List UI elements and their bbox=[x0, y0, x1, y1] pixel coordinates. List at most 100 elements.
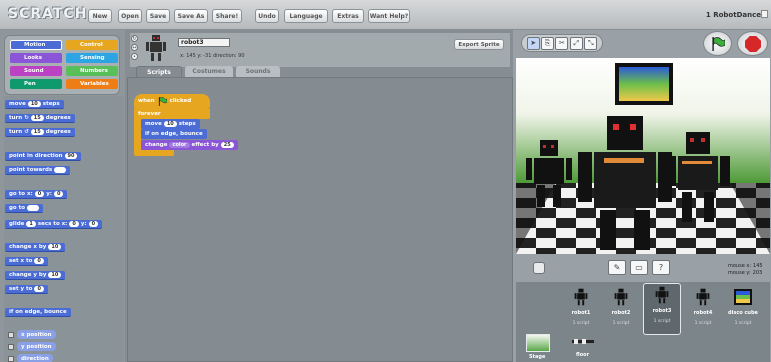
menu-undo-button[interactable]: Undo bbox=[255, 9, 279, 23]
change-y-block[interactable]: change y by 10 bbox=[5, 271, 66, 280]
category-selector: Motion Control Looks Sensing Sound Numbe… bbox=[4, 35, 120, 95]
set-y-block[interactable]: set y to 0 bbox=[5, 285, 48, 294]
tab-scripts[interactable]: Scripts bbox=[136, 66, 182, 77]
x-position-reporter[interactable]: x position bbox=[17, 330, 56, 339]
choose-sprite-folder-icon[interactable]: ▭ bbox=[630, 260, 648, 275]
menu-new-button[interactable]: New bbox=[88, 9, 112, 23]
block-text: turn bbox=[9, 115, 23, 121]
script-change-effect-block[interactable]: change color effect by 25 bbox=[141, 140, 238, 150]
menu-language-button[interactable]: Language bbox=[284, 9, 328, 23]
x-position-reporter-row: x position bbox=[8, 330, 56, 339]
fullscreen-icon[interactable] bbox=[761, 10, 768, 18]
move-steps-block[interactable]: move 10 steps bbox=[5, 100, 64, 109]
tab-sounds[interactable]: Sounds bbox=[236, 66, 280, 77]
direction-reporter[interactable]: direction bbox=[17, 354, 53, 362]
floor-sprite-icon[interactable] bbox=[572, 338, 594, 346]
stage-thumbnail[interactable] bbox=[526, 334, 550, 352]
sprite-coordinates: x: 145 y: -31 direction: 90 bbox=[180, 53, 245, 59]
menu-extras-button[interactable]: Extras bbox=[332, 9, 364, 23]
glide-block[interactable]: glide 1 secs to x: 0 y: 0 bbox=[5, 220, 103, 229]
direction-reporter-row: direction bbox=[8, 354, 53, 362]
turn-right-block[interactable]: turn ↻ 15 degrees bbox=[5, 114, 75, 123]
show-checkbox[interactable] bbox=[8, 355, 14, 362]
tab-costumes[interactable]: Costumes bbox=[185, 66, 233, 77]
duplicate-icon[interactable]: ⎘ bbox=[541, 36, 555, 50]
presentation-mode-icon[interactable] bbox=[533, 262, 545, 274]
turn-left-block[interactable]: turn ↺ 15 degrees bbox=[5, 128, 75, 137]
number-slot[interactable]: 15 bbox=[30, 115, 44, 121]
set-x-block[interactable]: set x to 0 bbox=[5, 257, 48, 266]
sprite-name-field[interactable]: robot3 bbox=[178, 38, 230, 47]
stage[interactable] bbox=[516, 58, 770, 254]
export-sprite-button[interactable]: Export Sprite bbox=[454, 39, 504, 50]
script-move-block[interactable]: move 10 steps bbox=[141, 119, 200, 129]
scratch-logo[interactable]: SCRATCH bbox=[8, 6, 87, 22]
category-control[interactable]: Control bbox=[66, 40, 118, 50]
sprite-item-disco-cube[interactable]: disco cube 1 script bbox=[724, 286, 762, 336]
sprite-item-robot1[interactable]: robot1 1 script bbox=[562, 286, 600, 336]
number-slot[interactable]: 10 bbox=[48, 244, 62, 250]
green-flag-button[interactable] bbox=[703, 31, 732, 56]
block-text: move bbox=[145, 121, 162, 127]
grow-icon[interactable]: ⤢ bbox=[569, 36, 583, 50]
number-slot[interactable]: 0 bbox=[88, 221, 99, 227]
robot-icon bbox=[566, 286, 596, 308]
no-rotate-icon[interactable]: • bbox=[131, 53, 138, 60]
sprite-name: robot3 bbox=[652, 308, 672, 314]
delete-scissors-icon[interactable]: ✂ bbox=[555, 36, 569, 50]
shrink-icon[interactable]: ⤡ bbox=[584, 36, 598, 50]
number-slot[interactable]: 10 bbox=[163, 121, 177, 127]
goto-block[interactable]: go to bbox=[5, 204, 44, 213]
script-bounce-block[interactable]: if on edge, bounce bbox=[141, 129, 207, 139]
category-motion[interactable]: Motion bbox=[10, 40, 62, 50]
number-slot[interactable]: 0 bbox=[69, 221, 79, 227]
sprite-item-robot2[interactable]: robot2 1 script bbox=[602, 286, 640, 336]
category-numbers[interactable]: Numbers bbox=[66, 66, 118, 76]
number-slot[interactable]: 25 bbox=[220, 142, 234, 148]
number-slot[interactable]: 0 bbox=[53, 191, 64, 197]
menu-open-button[interactable]: Open bbox=[118, 9, 142, 23]
category-pen[interactable]: Pen bbox=[10, 79, 62, 89]
menu-share-button[interactable]: Share! bbox=[212, 9, 242, 23]
category-looks[interactable]: Looks bbox=[10, 53, 62, 63]
number-slot[interactable]: 1 bbox=[26, 221, 36, 227]
y-position-reporter[interactable]: y position bbox=[17, 342, 56, 351]
point-direction-block[interactable]: point in direction 90 bbox=[5, 152, 82, 161]
left-right-flip-icon[interactable]: ↔ bbox=[131, 44, 138, 51]
number-slot[interactable]: 0 bbox=[34, 258, 44, 264]
number-slot[interactable]: 10 bbox=[27, 101, 41, 107]
menu-help-button[interactable]: Want Help? bbox=[368, 9, 410, 23]
stop-button[interactable] bbox=[737, 31, 768, 56]
number-slot[interactable]: 0 bbox=[34, 191, 45, 197]
sprite-item-robot3[interactable]: robot3 1 script bbox=[643, 283, 681, 335]
random-sprite-icon[interactable]: ? bbox=[652, 260, 670, 275]
show-checkbox[interactable] bbox=[8, 343, 14, 350]
pointer-icon[interactable]: ➤ bbox=[526, 36, 540, 50]
category-sensing[interactable]: Sensing bbox=[66, 53, 118, 63]
sprite-item-robot4[interactable]: robot4 1 script bbox=[684, 286, 722, 336]
rotate-all-around-icon[interactable]: ↻ bbox=[131, 35, 138, 42]
goto-xy-block[interactable]: go to x: 0 y: 0 bbox=[5, 190, 68, 199]
sprite-script-count: 1 script bbox=[653, 319, 671, 324]
bounce-block[interactable]: if on edge, bounce bbox=[5, 308, 71, 317]
forever-block[interactable]: forever bbox=[134, 108, 210, 119]
category-sound[interactable]: Sound bbox=[10, 66, 62, 76]
paint-new-sprite-icon[interactable]: ✎ bbox=[608, 260, 626, 275]
show-checkbox[interactable] bbox=[8, 331, 14, 338]
change-x-block[interactable]: change x by 10 bbox=[5, 243, 66, 252]
floor-label: floor bbox=[576, 352, 590, 358]
y-position-reporter-row: y position bbox=[8, 342, 56, 351]
menu-save-as-button[interactable]: Save As bbox=[174, 9, 208, 23]
number-slot[interactable]: 15 bbox=[30, 129, 44, 135]
direction-dropdown[interactable]: 90 bbox=[64, 153, 78, 159]
number-slot[interactable]: 0 bbox=[34, 286, 44, 292]
forever-block-footer bbox=[134, 150, 174, 156]
menu-save-button[interactable]: Save bbox=[146, 9, 170, 23]
when-flag-clicked-hat[interactable]: when clicked bbox=[134, 94, 210, 108]
effect-dropdown[interactable]: color bbox=[169, 142, 190, 148]
number-slot[interactable]: 10 bbox=[48, 272, 62, 278]
point-towards-block[interactable]: point towards bbox=[5, 166, 71, 175]
category-variables[interactable]: Variables bbox=[66, 79, 118, 89]
sprite-dropdown[interactable] bbox=[27, 205, 40, 211]
sprite-dropdown[interactable] bbox=[54, 167, 67, 173]
